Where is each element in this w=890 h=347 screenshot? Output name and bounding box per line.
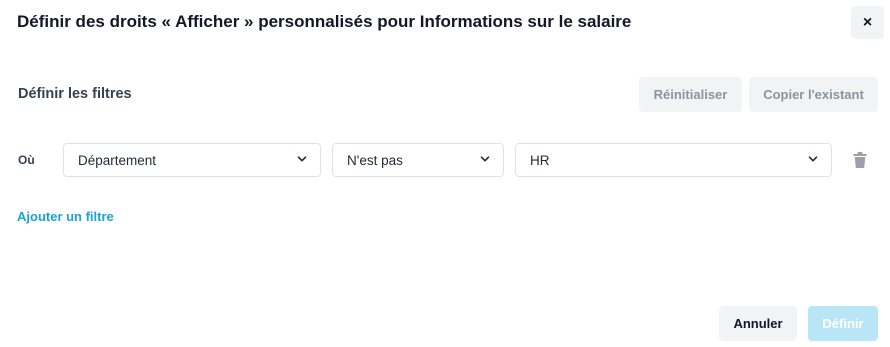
copy-existing-button[interactable]: Copier l'existant	[749, 77, 878, 112]
value-select[interactable]: HR	[515, 143, 832, 177]
close-button[interactable]: ×	[851, 6, 884, 39]
chevron-down-icon	[808, 156, 818, 162]
cancel-button[interactable]: Annuler	[719, 306, 797, 341]
operator-select-value: N'est pas	[347, 152, 403, 168]
add-filter-link[interactable]: Ajouter un filtre	[17, 209, 114, 224]
reset-button[interactable]: Réinitialiser	[639, 77, 742, 112]
value-select-value: HR	[530, 152, 550, 168]
trash-icon[interactable]	[853, 152, 867, 168]
field-select-value: Département	[78, 152, 157, 168]
field-select[interactable]: Département	[63, 143, 321, 177]
section-title: Définir les filtres	[18, 86, 132, 102]
define-button[interactable]: Définir	[808, 306, 878, 341]
dialog-title: Définir des droits « Afficher » personna…	[17, 12, 632, 31]
chevron-down-icon	[297, 156, 307, 162]
chevron-down-icon	[480, 156, 490, 162]
close-icon: ×	[862, 13, 873, 31]
where-label: Où	[18, 153, 35, 167]
operator-select[interactable]: N'est pas	[332, 143, 504, 177]
